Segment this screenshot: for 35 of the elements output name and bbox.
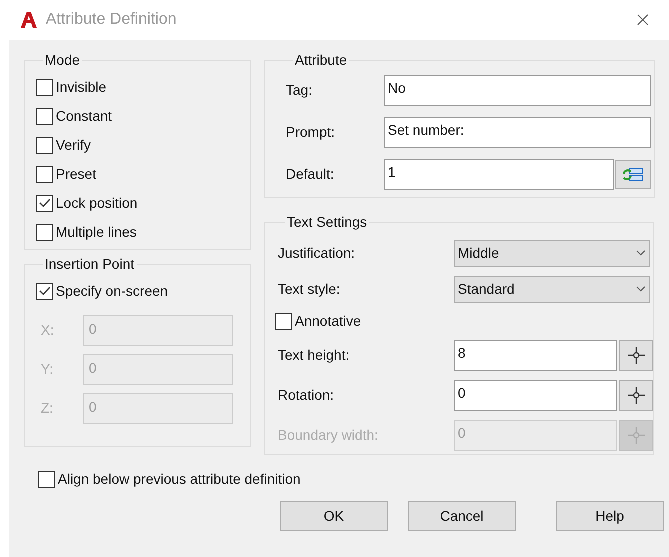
text-field[interactable]: Set number: <box>384 117 651 148</box>
dialog-button[interactable]: OK <box>280 501 388 531</box>
field-label: Text style: <box>278 280 342 299</box>
text-field[interactable]: 0 <box>454 380 617 410</box>
field-label: Tag: <box>286 81 314 100</box>
checkbox-label: Align below previous attribute definition <box>58 470 301 489</box>
checkbox-label: Preset <box>56 164 96 184</box>
dialog-button[interactable]: Cancel <box>408 501 516 531</box>
checkbox-label: Constant <box>56 106 112 126</box>
coordinate-label: Z: <box>40 399 54 418</box>
checkbox-label: Lock position <box>56 194 138 213</box>
field-label: Boundary width: <box>278 426 380 445</box>
group-title: Insertion Point <box>44 255 136 274</box>
checkbox-label: Multiple lines <box>56 222 137 242</box>
checkbox-label: Verify <box>56 136 92 155</box>
field-label: Rotation: <box>278 386 336 404</box>
checkbox-label: Annotative <box>295 312 362 330</box>
text-field[interactable]: 8 <box>454 340 617 370</box>
dropdown[interactable]: Standard <box>454 276 650 302</box>
field-label: Default: <box>286 165 336 184</box>
dialog-button[interactable]: Help <box>556 501 664 531</box>
window-title: Attribute Definition <box>46 10 177 30</box>
field-label: Justification: <box>278 244 356 262</box>
dropdown[interactable]: Middle <box>454 240 650 266</box>
text-field[interactable]: No <box>384 75 651 106</box>
coordinate-label: X: <box>40 321 56 340</box>
group-title: Attribute <box>294 51 348 70</box>
checkbox-label: Invisible <box>56 78 107 96</box>
coordinate-label: Y: <box>40 360 54 379</box>
group-title: Text Settings <box>286 213 368 232</box>
text-field[interactable]: 1 <box>384 159 614 190</box>
field-label: Prompt: <box>286 123 336 142</box>
checkbox-label: Specify on-screen <box>56 282 168 301</box>
field-label: Text height: <box>278 346 351 365</box>
group-title: Mode <box>44 51 82 70</box>
